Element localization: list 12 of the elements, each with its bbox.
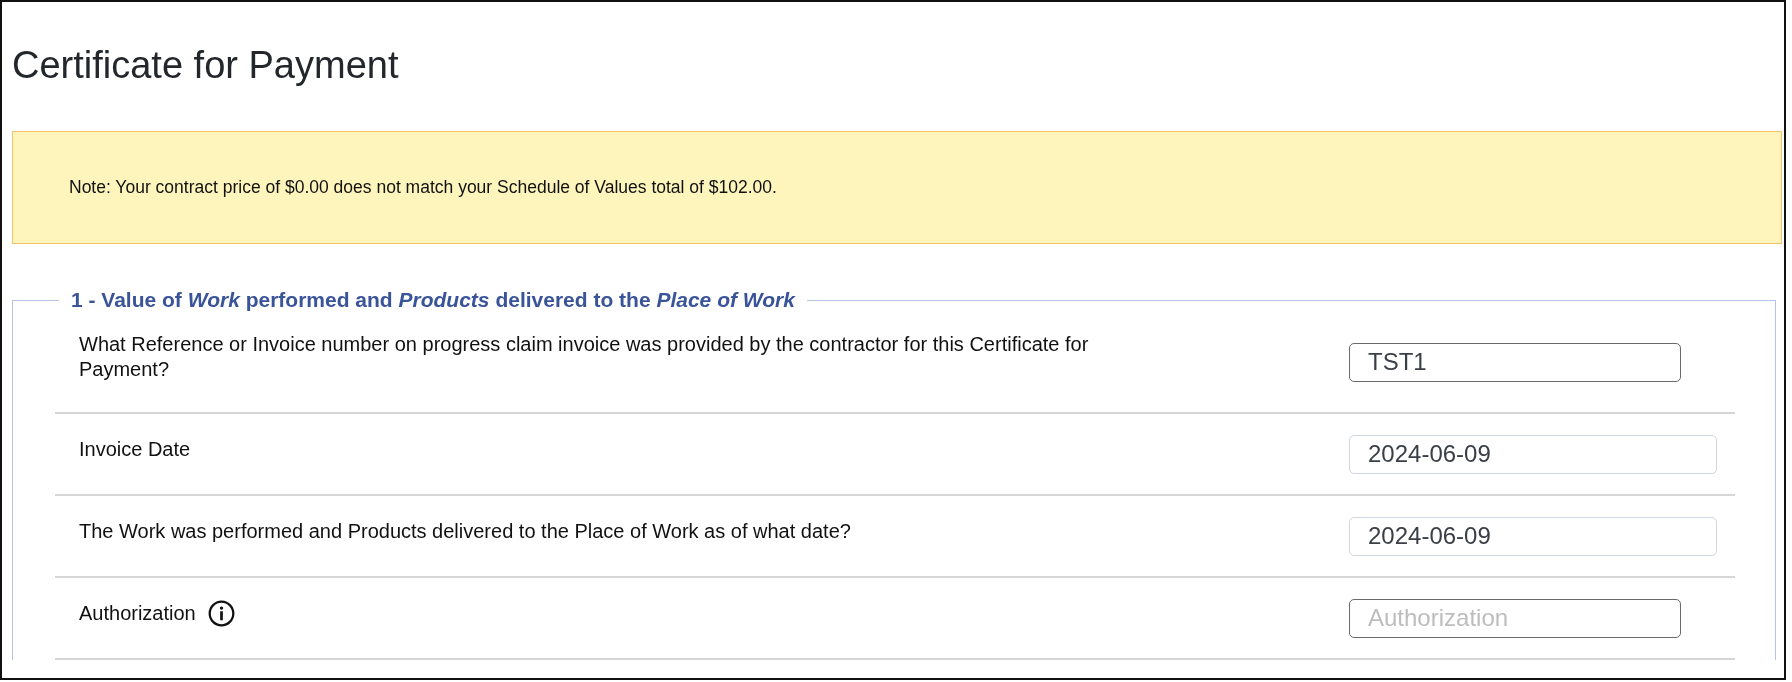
warning-text: Note: Your contract price of $0.00 does not match your Schedule of Values total of $102.00. [69,177,777,198]
field-label: What Reference or Invoice number on progress claim invoice was provided by the contractor for this Certificate for Payment? [79,332,1090,382]
field-label: Authorization [79,600,196,626]
input-field[interactable]: TST1 [1349,342,1681,382]
section-legend: 1 - Value of Work performed and Products delivered to the Place of Work [71,288,795,311]
info-icon[interactable] [207,599,235,627]
input-field[interactable]: 2024-06-09 [1349,434,1717,474]
field-label: Invoice Date [79,436,191,462]
input-field[interactable]: 2024-06-09 [1349,516,1717,556]
field-label: The Work was performed and Products delivered to the Place of Work as of what date? [79,518,851,544]
page-title: Certificate for Payment [11,43,400,88]
input-field[interactable]: Authorization [1349,598,1681,638]
